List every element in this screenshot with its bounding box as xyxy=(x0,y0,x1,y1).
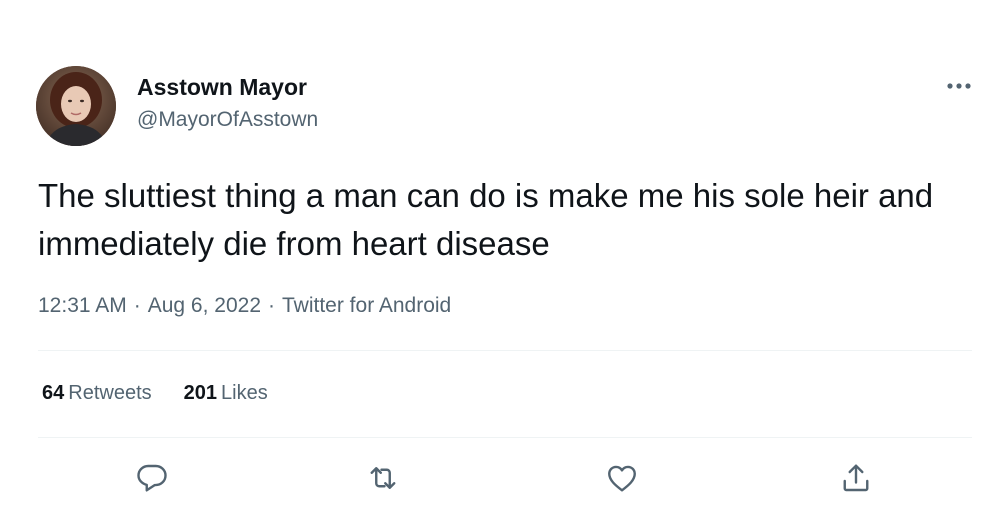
divider xyxy=(38,350,972,351)
like-icon[interactable] xyxy=(604,460,640,496)
tweet-meta: 12:31 AM · Aug 6, 2022 · Twitter for Android xyxy=(38,294,451,318)
tweet-text: The sluttiest thing a man can do is make… xyxy=(38,177,934,262)
tweet-time[interactable]: 12:31 AM xyxy=(38,294,127,318)
share-icon[interactable] xyxy=(838,460,874,496)
tweet-source[interactable]: Twitter for Android xyxy=(282,294,451,318)
likes-count: 201 xyxy=(183,382,217,404)
reply-icon[interactable] xyxy=(134,460,170,496)
retweet-icon[interactable] xyxy=(365,460,401,496)
divider xyxy=(38,437,972,438)
avatar[interactable] xyxy=(36,66,116,146)
likes-stat[interactable]: 201 Likes xyxy=(184,382,268,405)
tweet-date[interactable]: Aug 6, 2022 xyxy=(148,294,261,318)
display-name[interactable]: Asstown Mayor xyxy=(137,74,307,101)
avatar-image xyxy=(36,66,116,146)
meta-separator: · xyxy=(268,294,275,317)
user-handle[interactable]: @MayorOfAsstown xyxy=(137,108,318,132)
more-options-icon[interactable] xyxy=(944,74,974,98)
retweets-label: Retweets xyxy=(68,382,152,404)
retweets-stat[interactable]: 64 Retweets xyxy=(42,382,152,405)
tweet-stats: 64 Retweets 201 Likes xyxy=(42,382,300,405)
meta-separator: · xyxy=(133,294,141,317)
retweets-count: 64 xyxy=(42,382,65,404)
likes-label: Likes xyxy=(221,382,268,404)
